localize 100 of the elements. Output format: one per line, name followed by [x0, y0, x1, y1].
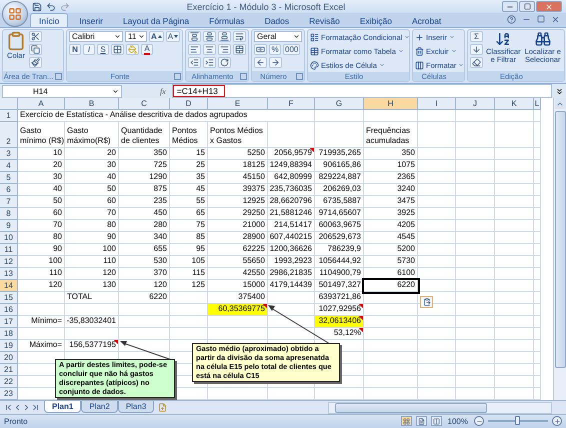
table-cell[interactable]: 4545: [364, 232, 418, 244]
table-cell[interactable]: 1027,92956: [315, 304, 364, 316]
table-cell[interactable]: [268, 292, 315, 304]
table-cell[interactable]: 20: [18, 160, 65, 172]
table-cell[interactable]: -35,83032401: [65, 316, 119, 328]
row-header[interactable]: 5: [0, 172, 18, 184]
table-cell[interactable]: 642,80999: [268, 172, 315, 184]
number-format-select[interactable]: Geral: [254, 31, 302, 42]
table-cell[interactable]: [456, 256, 495, 268]
table-cell[interactable]: [534, 160, 541, 172]
autosum-button[interactable]: Σ: [470, 31, 483, 42]
table-cell[interactable]: [534, 196, 541, 208]
normal-view-button[interactable]: [400, 416, 412, 426]
page-layout-button[interactable]: [416, 416, 427, 426]
borders-button[interactable]: [111, 44, 124, 56]
align-top-button[interactable]: [188, 31, 201, 42]
table-cell[interactable]: 115: [170, 268, 208, 280]
row-header[interactable]: 16: [0, 304, 18, 316]
table-cell[interactable]: [364, 328, 418, 340]
table-cell[interactable]: [495, 160, 534, 172]
table-cell[interactable]: [456, 340, 495, 352]
table-cell[interactable]: 906165,86: [315, 160, 364, 172]
table-cell[interactable]: 6100: [364, 268, 418, 280]
launcher-icon[interactable]: [174, 72, 181, 80]
table-cell[interactable]: [534, 232, 541, 244]
row-header[interactable]: 23: [0, 388, 18, 400]
table-cell[interactable]: 4179,14439: [268, 280, 315, 292]
bold-button[interactable]: N: [69, 44, 81, 56]
table-cell[interactable]: 370: [119, 268, 170, 280]
table-cell[interactable]: 1056444,92: [315, 256, 364, 268]
table-cell[interactable]: 39375: [208, 184, 268, 196]
table-cell[interactable]: [170, 292, 208, 304]
table-cell[interactable]: [495, 232, 534, 244]
ribbon-tab[interactable]: Exibição: [350, 13, 401, 28]
table-cell[interactable]: [170, 328, 208, 340]
row-header[interactable]: 20: [0, 352, 18, 364]
zoom-in-button[interactable]: [552, 416, 562, 426]
table-cell[interactable]: [456, 184, 495, 196]
launcher-icon[interactable]: [296, 72, 303, 80]
table-cell[interactable]: 62225: [208, 244, 268, 256]
table-cell[interactable]: 60063,9675: [315, 220, 364, 232]
table-cell[interactable]: 235: [119, 196, 170, 208]
column-header[interactable]: A: [18, 98, 65, 110]
table-cell[interactable]: 90: [65, 232, 119, 244]
table-cell[interactable]: [495, 292, 534, 304]
table-cell[interactable]: [456, 280, 495, 292]
column-header[interactable]: E: [208, 98, 268, 110]
table-cell[interactable]: [456, 364, 495, 376]
shrink-font-button[interactable]: A: [166, 31, 180, 42]
table-cell[interactable]: [534, 208, 541, 220]
table-cell[interactable]: [364, 376, 418, 388]
table-cell[interactable]: [418, 220, 456, 232]
ribbon-tab[interactable]: Acrobat: [403, 13, 450, 28]
table-cell[interactable]: 15000: [208, 280, 268, 292]
table-cell[interactable]: [418, 232, 456, 244]
row-header[interactable]: 21: [0, 364, 18, 376]
ribbon-tab[interactable]: Dados: [256, 13, 298, 28]
select-all-corner[interactable]: [0, 98, 18, 110]
table-cell[interactable]: [268, 328, 315, 340]
column-header[interactable]: L: [534, 98, 541, 110]
table-cell[interactable]: [534, 280, 541, 292]
table-cell[interactable]: 9714,65607: [315, 208, 364, 220]
align-middle-button[interactable]: [203, 31, 216, 42]
table-cell[interactable]: 28,6620796: [268, 196, 315, 208]
row-header[interactable]: 8: [0, 208, 18, 220]
slider-thumb[interactable]: [515, 416, 520, 426]
sheet-tab[interactable]: Plan3: [118, 401, 154, 414]
table-cell[interactable]: Mínimo=: [18, 316, 65, 328]
table-cell[interactable]: [418, 340, 456, 352]
table-cell[interactable]: [534, 364, 541, 376]
table-cell[interactable]: 20: [65, 148, 119, 160]
table-cell[interactable]: [418, 328, 456, 340]
table-cell[interactable]: [534, 304, 541, 316]
table-cell[interactable]: 15: [170, 148, 208, 160]
maximize-button[interactable]: [519, 1, 535, 12]
table-cell[interactable]: 110: [65, 256, 119, 268]
indent-button[interactable]: [203, 57, 216, 68]
row-header[interactable]: 3: [0, 148, 18, 160]
ribbon-tab[interactable]: Revisão: [300, 13, 349, 28]
table-cell[interactable]: [495, 316, 534, 328]
font-name-select[interactable]: Calibri: [69, 31, 123, 42]
table-cell[interactable]: [534, 316, 541, 328]
table-cell[interactable]: 42550: [208, 268, 268, 280]
wrap-text-button[interactable]: [233, 31, 246, 42]
table-cell[interactable]: [495, 376, 534, 388]
table-cell[interactable]: 100: [18, 256, 65, 268]
table-cell[interactable]: Quantidade de clientes: [119, 122, 170, 148]
row-header[interactable]: 17: [0, 316, 18, 328]
table-cell[interactable]: [534, 292, 541, 304]
outdent-button[interactable]: [188, 57, 201, 68]
table-cell[interactable]: 45: [170, 184, 208, 196]
row-header[interactable]: 22: [0, 376, 18, 388]
table-cell[interactable]: 450: [119, 208, 170, 220]
table-cell[interactable]: 530: [119, 256, 170, 268]
table-cell[interactable]: [456, 122, 495, 148]
align-bottom-button[interactable]: [218, 31, 231, 42]
ribbon-tab[interactable]: Início: [30, 13, 68, 28]
table-cell[interactable]: 95: [170, 244, 208, 256]
column-header[interactable]: B: [65, 98, 119, 110]
table-cell[interactable]: 30: [18, 172, 65, 184]
